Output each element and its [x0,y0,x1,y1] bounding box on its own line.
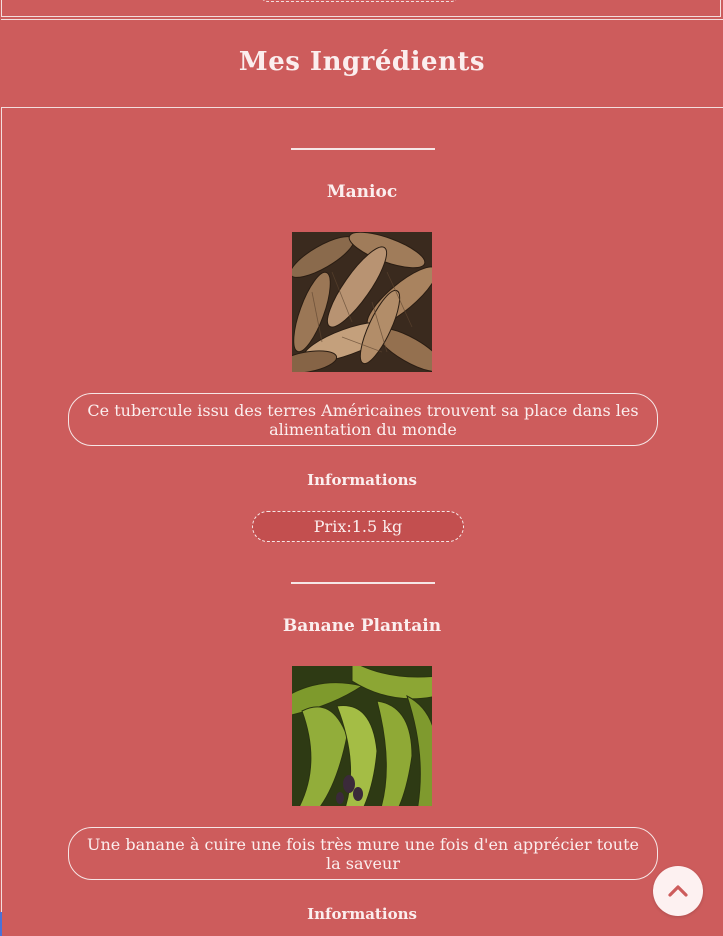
previous-price-pill [260,0,459,2]
previous-section-strip [1,0,721,17]
chevron-up-icon [668,885,688,897]
ingredient-description: Une banane à cuire une fois très mure un… [68,827,658,880]
ingredient-name: Manioc [326,182,398,202]
scroll-to-top-button[interactable] [653,866,703,916]
ingredient-description: Ce tubercule issu des terres Américaines… [68,393,658,446]
page-title: Mes Ingrédients [238,47,486,77]
plantain-image [292,666,432,806]
price-badge: Prix:1.5 kg [252,511,464,542]
scroll-accent [0,912,2,936]
ingredients-list: Manioc Ce tubercule issu des terres Amér… [1,108,723,936]
informations-heading: Informations [307,471,417,489]
ingredient-card: Manioc Ce tubercule issu des terres Amér… [2,108,722,542]
informations-heading: Informations [307,905,417,923]
ingredient-card: Banane Plantain Une banane à cuire une f… [2,542,722,936]
divider [291,582,435,584]
ingredient-name: Banane Plantain [282,616,442,636]
cassava-image [292,232,432,372]
divider [291,148,435,150]
page-header: Mes Ingrédients [1,19,723,108]
